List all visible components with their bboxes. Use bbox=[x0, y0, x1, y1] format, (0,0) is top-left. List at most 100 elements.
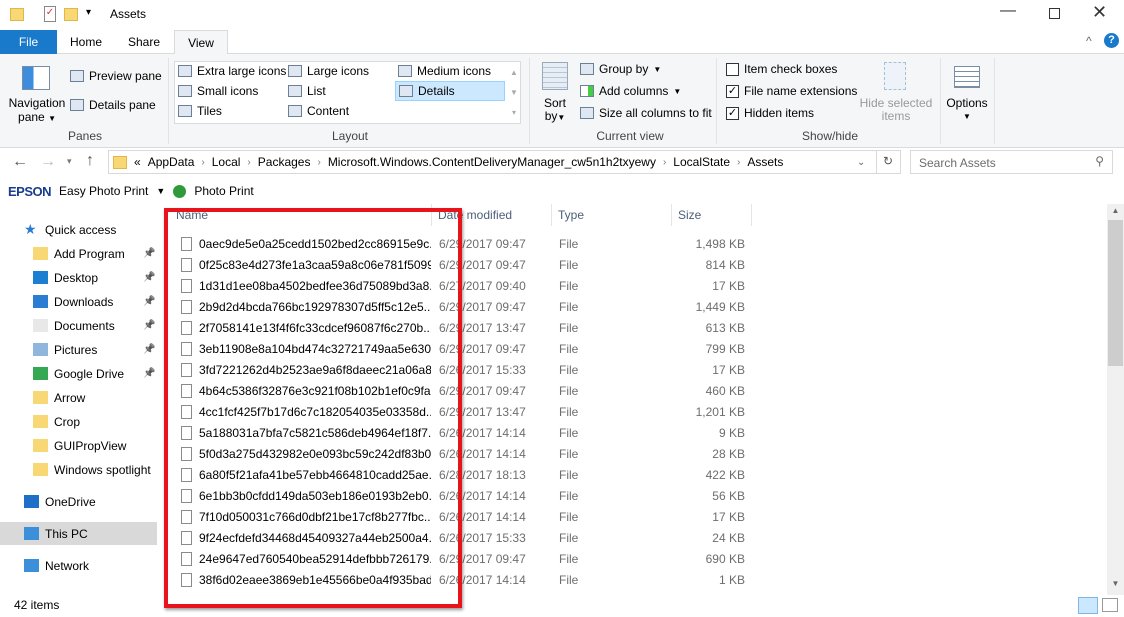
sidebar-item-network[interactable]: Network bbox=[0, 554, 157, 577]
new-folder-icon[interactable] bbox=[64, 8, 78, 21]
sidebar-item-windows-spotlight[interactable]: Windows spotlight bbox=[0, 458, 157, 481]
sidebar-item-pictures[interactable]: Pictures 📌 bbox=[0, 338, 157, 361]
sidebar-item-downloads[interactable]: Downloads 📌 bbox=[0, 290, 157, 313]
layout-list[interactable]: List bbox=[288, 84, 326, 98]
hidden-items-checkbox[interactable]: ✓ Hidden items bbox=[726, 106, 814, 120]
item-check-boxes-checkbox[interactable]: Item check boxes bbox=[726, 62, 837, 76]
column-header-name[interactable]: Name bbox=[170, 204, 432, 226]
details-view-button[interactable] bbox=[1078, 597, 1098, 614]
file-row[interactable]: 4cc1fcf425f7b17d6c7c182054035e03358d... 6… bbox=[165, 401, 755, 422]
details-pane-button[interactable]: Details pane bbox=[70, 98, 156, 112]
layout-details[interactable]: Details bbox=[395, 81, 505, 101]
gallery-scroll-buttons[interactable]: ▲ ▼ ▾ bbox=[508, 63, 520, 123]
help-icon[interactable]: ? bbox=[1104, 33, 1119, 48]
options-button[interactable]: Options ▼ bbox=[944, 97, 990, 123]
tab-view[interactable]: View bbox=[174, 30, 228, 55]
sidebar-item-this-pc[interactable]: This PC bbox=[0, 522, 157, 545]
vertical-scrollbar[interactable]: ▲ ▼ bbox=[1107, 204, 1124, 595]
file-row[interactable]: 4b64c5386f32876e3c921f08b102b1ef0c9fa...… bbox=[165, 380, 755, 401]
column-header-type[interactable]: Type bbox=[552, 204, 672, 226]
sort-by-button[interactable]: Sort by▼ bbox=[540, 97, 570, 124]
tab-file[interactable]: File bbox=[0, 30, 57, 54]
properties-icon[interactable]: ✓ bbox=[44, 6, 56, 22]
customize-toolbar-icon[interactable]: ▾ bbox=[86, 7, 91, 18]
scroll-down-button[interactable]: ▼ bbox=[1107, 579, 1124, 588]
breadcrumb-local[interactable]: Local bbox=[212, 155, 241, 169]
file-row[interactable]: 2b9d2d4bcda766bc192978307d5ff5c12e5... 6/… bbox=[165, 296, 755, 317]
file-row[interactable]: 6e1bb3b0cfdd149da503eb186e0193b2eb0... 6/… bbox=[165, 485, 755, 506]
back-button[interactable]: ← bbox=[12, 153, 28, 171]
file-row[interactable]: 38f6d02eaee3869eb1e45566be0a4f935bad... 6… bbox=[165, 569, 755, 590]
layout-tiles[interactable]: Tiles bbox=[178, 104, 222, 118]
file-row[interactable]: 3eb11908e8a104bd474c32721749aa5e630... 6/… bbox=[165, 338, 755, 359]
file-row[interactable]: 3fd7221262d4b2523ae9a6f8daeec21a06a8... 6… bbox=[165, 359, 755, 380]
pin-icon[interactable]: 📌 bbox=[143, 272, 155, 283]
pin-icon[interactable]: 📌 bbox=[143, 248, 155, 259]
layout-medium-icons[interactable]: Medium icons bbox=[398, 64, 491, 78]
file-row[interactable]: 24e9647ed760540bea52914defbbb726179... 6/… bbox=[165, 548, 755, 569]
minimize-button[interactable]: — bbox=[1000, 2, 1016, 20]
collapse-ribbon-icon[interactable]: ^ bbox=[1086, 34, 1092, 48]
file-row[interactable]: 5a188031a7bfa7c5821c586deb4964ef18f7... 6… bbox=[165, 422, 755, 443]
file-row[interactable]: 9f24ecfdefd34468d45409327a44eb2500a4... 6… bbox=[165, 527, 755, 548]
scrollbar-thumb[interactable] bbox=[1108, 220, 1123, 366]
breadcrumb-appdata[interactable]: AppData bbox=[148, 155, 195, 169]
layout-content[interactable]: Content bbox=[288, 104, 349, 118]
sidebar-item-desktop[interactable]: Desktop 📌 bbox=[0, 266, 157, 289]
file-row[interactable]: 7f10d050031c766d0dbf21be17cf8b277fbc... 6… bbox=[165, 506, 755, 527]
pin-icon[interactable]: 📌 bbox=[143, 296, 155, 307]
forward-button[interactable]: → bbox=[40, 153, 56, 171]
scroll-up-button[interactable]: ▲ bbox=[1107, 206, 1124, 215]
dropdown-icon[interactable]: ▼ bbox=[156, 186, 165, 196]
overflow-crumb[interactable]: « bbox=[134, 155, 141, 169]
sidebar-item-arrow[interactable]: Arrow bbox=[0, 386, 157, 409]
tab-share[interactable]: Share bbox=[115, 30, 173, 54]
sidebar-item-quick-access[interactable]: ★ Quick access bbox=[0, 218, 157, 241]
breadcrumb-assets[interactable]: Assets bbox=[747, 155, 783, 169]
file-row[interactable]: 6a80f5f21afa41be57ebb4664810cadd25ae... 6… bbox=[165, 464, 755, 485]
navigation-pane-button[interactable]: Navigation pane ▼ bbox=[8, 96, 66, 126]
layout-small-icons[interactable]: Small icons bbox=[178, 84, 258, 98]
file-row[interactable]: 2f7058141e13f4f6fc33cdcef96087f6c270b...… bbox=[165, 317, 755, 338]
breadcrumb-localstate[interactable]: LocalState bbox=[673, 155, 730, 169]
sidebar-item-onedrive[interactable]: OneDrive bbox=[0, 490, 157, 513]
preview-pane-button[interactable]: Preview pane bbox=[70, 69, 162, 83]
pin-icon[interactable]: 📌 bbox=[143, 344, 155, 355]
file-name-extensions-checkbox[interactable]: ✓ File name extensions bbox=[726, 84, 857, 98]
pin-icon[interactable]: 📌 bbox=[143, 368, 155, 379]
sidebar-item-crop[interactable]: Crop bbox=[0, 410, 157, 433]
file-type: File bbox=[559, 404, 579, 419]
tab-home[interactable]: Home bbox=[57, 30, 115, 54]
refresh-icon[interactable]: ↻ bbox=[876, 151, 899, 173]
easy-photo-print-button[interactable]: Easy Photo Print bbox=[59, 184, 148, 198]
address-dropdown-icon[interactable]: ⌄ bbox=[857, 157, 865, 168]
layout-large-icons[interactable]: Large icons bbox=[288, 64, 369, 78]
close-button[interactable]: ✕ bbox=[1092, 2, 1107, 23]
sidebar-item-add-program[interactable]: Add Program 📌 bbox=[0, 242, 157, 265]
photo-print-button[interactable]: Photo Print bbox=[194, 184, 253, 198]
recent-locations-button[interactable]: ▾ bbox=[67, 156, 72, 167]
address-bar[interactable]: « AppData › Local › Packages › Microsoft.Wi… bbox=[108, 150, 901, 174]
maximize-button[interactable] bbox=[1049, 8, 1060, 19]
sidebar-item-google-drive[interactable]: Google Drive 📌 bbox=[0, 362, 157, 385]
sidebar-item-guipropview[interactable]: GUIPropView bbox=[0, 434, 157, 457]
file-size: 1 KB bbox=[718, 572, 745, 587]
hide-selected-items-button[interactable]: Hide selected items bbox=[858, 97, 934, 123]
file-row[interactable]: 1d31d1ee08ba4502bedfee36d75089bd3a8... 6/… bbox=[165, 275, 755, 296]
group-by-button[interactable]: Group by ▼ bbox=[580, 62, 661, 76]
layout-extra-large-icons[interactable]: Extra large icons bbox=[178, 64, 286, 78]
breadcrumb-contentdeliverymanager[interactable]: Microsoft.Windows.ContentDeliveryManager… bbox=[328, 155, 656, 169]
sidebar-item-documents[interactable]: Documents 📌 bbox=[0, 314, 157, 337]
file-row[interactable]: 0f25c83e4d273fe1a3caa59a8c06e781f5099...… bbox=[165, 254, 755, 275]
file-row[interactable]: 5f0d3a275d432982e0e093bc59c242df83b0... 6… bbox=[165, 443, 755, 464]
pin-icon[interactable]: 📌 bbox=[143, 320, 155, 331]
breadcrumb-packages[interactable]: Packages bbox=[258, 155, 311, 169]
size-all-columns-button[interactable]: Size all columns to fit bbox=[580, 106, 712, 120]
column-header-date-modified[interactable]: Date modified bbox=[432, 204, 552, 226]
file-row[interactable]: 0aec9de5e0a25cedd1502bed2cc86915e9c... 6/… bbox=[165, 233, 755, 254]
large-icons-view-button[interactable] bbox=[1102, 598, 1118, 612]
add-columns-button[interactable]: Add columns ▼ bbox=[580, 84, 681, 98]
column-header-size[interactable]: Size bbox=[672, 204, 752, 226]
search-input[interactable]: Search Assets ⚲ bbox=[910, 150, 1113, 174]
up-button[interactable]: ↑ bbox=[86, 152, 94, 170]
